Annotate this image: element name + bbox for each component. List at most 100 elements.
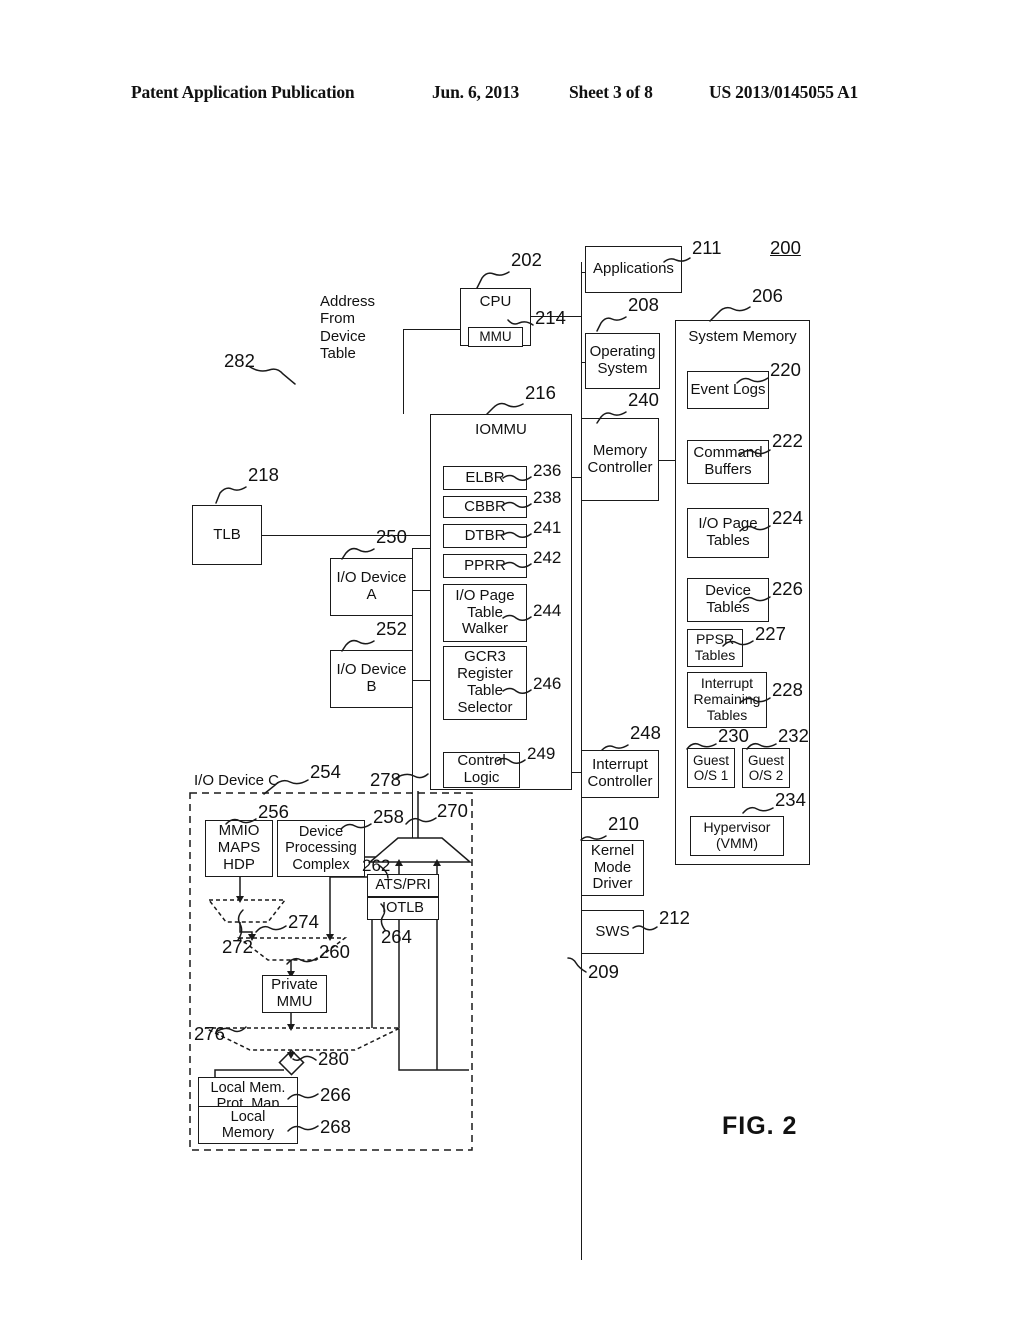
connector-devB-iommu [412, 680, 430, 682]
event-logs-block: Event Logs [687, 371, 769, 409]
ref-252: 252 [376, 618, 407, 639]
ref-248: 248 [630, 722, 661, 743]
ref-206: 206 [752, 285, 783, 306]
ref-222: 222 [772, 430, 803, 451]
ref-256: 256 [258, 801, 289, 822]
mmio-maps-hdp-block: MMIO MAPS HDP [205, 820, 273, 877]
dtbr-block: DTBR [443, 524, 527, 548]
mmu-label: MMU [479, 329, 512, 345]
ref-246: 246 [533, 674, 562, 693]
ref-280: 280 [318, 1048, 349, 1069]
header-date: Jun. 6, 2013 [432, 82, 520, 102]
memory-controller-block: Memory Controller [581, 418, 659, 501]
gcr3-register-table-selector-block: GCR3 Register Table Selector [443, 646, 527, 720]
ref-211: 211 [692, 237, 722, 258]
ref-202: 202 [511, 249, 542, 270]
operating-system-block: Operating System [585, 333, 660, 389]
ref-216: 216 [525, 382, 556, 403]
interrupt-remaining-tables-block: Interrupt Remaining Tables [687, 672, 767, 728]
cpu-label: CPU [479, 293, 512, 310]
event-logs-label: Event Logs [690, 380, 766, 398]
dtbr-label: DTBR [464, 526, 506, 544]
ref-238: 238 [533, 488, 562, 507]
applications-block: Applications [585, 246, 682, 293]
guest-os-1-block: Guest O/S 1 [687, 748, 735, 788]
ref-226: 226 [772, 578, 803, 599]
ref-208: 208 [628, 294, 659, 315]
gcr3-label: GCR3 Register Table Selector [457, 648, 513, 716]
interrupt-remaining-tables-label: Interrupt Remaining Tables [693, 675, 761, 723]
pprr-block: PPRR [443, 554, 527, 578]
cbbr-block: CBBR [443, 496, 527, 518]
sws-block: SWS [581, 910, 644, 954]
mux-272 [207, 899, 287, 923]
ref-262: 262 [362, 856, 391, 875]
device-tables-block: Device Tables [687, 578, 769, 622]
connector-devrail-iommu-top [412, 548, 430, 550]
interrupt-controller-block: Interrupt Controller [581, 750, 659, 798]
tlb-label: TLB [213, 525, 241, 543]
ref-228: 228 [772, 679, 803, 700]
hypervisor-block: Hypervisor (VMM) [690, 816, 784, 856]
connector-278-into-devC [412, 791, 414, 841]
io-page-tables-block: I/O Page Tables [687, 508, 769, 558]
cbbr-label: CBBR [464, 497, 506, 515]
ppsr-tables-label: PPSR Tables [694, 631, 736, 663]
command-buffers-label: Command Buffers [693, 444, 763, 478]
interrupt-controller-label: Interrupt Controller [587, 756, 653, 790]
ref-270: 270 [437, 800, 468, 821]
memory-controller-label: Memory Controller [587, 441, 653, 476]
ref-260: 260 [319, 941, 350, 962]
ref-230: 230 [718, 725, 749, 746]
iotlb-block: IOTLB [367, 897, 439, 920]
ref-210: 210 [608, 813, 639, 834]
ref-274: 274 [288, 911, 319, 932]
ref-236: 236 [533, 461, 562, 480]
ref-266: 266 [320, 1084, 351, 1105]
io-device-b-label: I/O Device B [336, 661, 407, 695]
local-memory-label: Local Memory [221, 1108, 275, 1141]
elbr-label: ELBR [465, 468, 505, 486]
ref-234: 234 [775, 789, 806, 810]
io-page-table-walker-block: I/O Page Table Walker [443, 584, 527, 642]
applications-label: Applications [593, 260, 674, 278]
pprr-label: PPRR [464, 556, 506, 574]
io-device-c-title: I/O Device C [194, 772, 280, 789]
address-from-device-table-label: Address From Device Table [320, 293, 376, 362]
header-sheet: Sheet 3 of 8 [569, 82, 653, 102]
mmu-block: MMU [468, 327, 523, 347]
kernel-mode-driver-label: Kernel Mode Driver [590, 841, 635, 893]
ref-282: 282 [224, 350, 255, 371]
ref-272: 272 [222, 936, 253, 957]
ref-232: 232 [778, 725, 809, 746]
kernel-mode-driver-block: Kernel Mode Driver [581, 840, 644, 896]
local-memory-block: Local Memory [198, 1106, 298, 1144]
ref-220: 220 [770, 359, 801, 380]
header-publication: Patent Application Publication [131, 82, 355, 102]
io-device-a-label: I/O Device A [336, 569, 407, 603]
ref-249: 249 [527, 744, 556, 763]
header-patent-number: US 2013/0145055 A1 [709, 82, 859, 102]
mux-276 [204, 1027, 401, 1051]
ref-250: 250 [376, 526, 407, 547]
ats-pri-block: ATS/PRI [367, 874, 439, 897]
operating-system-label: Operating System [589, 343, 656, 377]
ref-278: 278 [370, 769, 401, 790]
switch-280 [278, 1049, 305, 1076]
ref-241: 241 [533, 518, 562, 537]
guest-os-2-label: Guest O/S 2 [747, 752, 785, 783]
ref-276: 276 [194, 1023, 225, 1044]
connector-282-down [403, 329, 405, 414]
io-page-tables-label: I/O Page Tables [698, 515, 758, 549]
command-buffers-block: Command Buffers [687, 440, 769, 484]
control-logic-block: Control Logic [443, 752, 520, 788]
ref-218: 218 [248, 464, 279, 485]
device-processing-complex-label: Device Processing Complex [285, 824, 357, 873]
patent-figure-page: Patent Application Publication Jun. 6, 2… [0, 0, 1024, 1320]
device-tables-label: Device Tables [705, 582, 751, 616]
figure-caption: FIG. 2 [722, 1112, 798, 1140]
connector-devA-iommu [412, 590, 430, 592]
device-processing-complex-block: Device Processing Complex [277, 820, 365, 877]
ref-200: 200 [770, 237, 801, 258]
ats-pri-label: ATS/PRI [375, 877, 431, 894]
